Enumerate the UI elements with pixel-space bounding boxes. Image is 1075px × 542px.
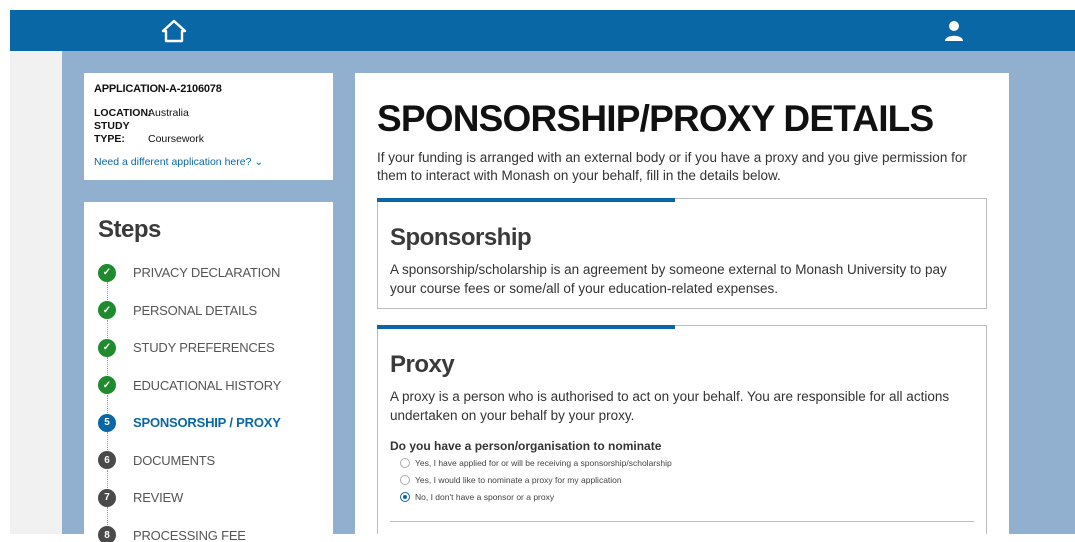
radio-label: Yes, I would like to nominate a proxy fo… <box>415 475 622 485</box>
radio-button[interactable] <box>400 458 410 468</box>
radio-label: Yes, I have applied for or will be recei… <box>415 458 672 468</box>
sponsorship-description: A sponsorship/scholarship is an agreemen… <box>390 260 974 298</box>
step-connector <box>107 470 108 490</box>
steps-title: Steps <box>98 216 319 244</box>
step-item[interactable]: ✓ PERSONAL DETAILS <box>98 292 319 330</box>
step-label: REVIEW <box>133 490 183 505</box>
sponsorship-heading: Sponsorship <box>390 224 974 252</box>
radio-label: No, I don't have a sponsor or a proxy <box>415 492 554 502</box>
step-item[interactable]: 5 SPONSORSHIP / PROXY <box>98 404 319 442</box>
step-item[interactable]: 8 PROCESSING FEE <box>98 517 319 542</box>
step-item[interactable]: ✓ EDUCATIONAL HISTORY <box>98 367 319 405</box>
location-label: LOCATION: <box>94 107 148 120</box>
step-connector <box>107 395 108 415</box>
radio-option[interactable]: Yes, I would like to nominate a proxy fo… <box>390 473 974 487</box>
study-type-label: STUDY TYPE: <box>94 120 148 146</box>
page-title: SPONSORSHIP/PROXY DETAILS <box>377 98 987 140</box>
home-icon[interactable] <box>161 19 187 43</box>
check-icon: ✓ <box>98 264 116 282</box>
step-item[interactable]: ✓ PRIVACY DECLARATION <box>98 254 319 292</box>
application-meta: LOCATION:Australia STUDY TYPE:Coursework <box>94 107 323 146</box>
location-value: Australia <box>148 107 189 119</box>
step-number-badge: 5 <box>98 414 116 432</box>
radio-option[interactable]: No, I don't have a sponsor or a proxy <box>390 490 974 504</box>
step-connector <box>107 357 108 377</box>
step-label: DOCUMENTS <box>133 453 215 468</box>
check-icon: ✓ <box>98 376 116 394</box>
step-label: SPONSORSHIP / PROXY <box>133 415 281 430</box>
divider <box>390 521 974 522</box>
step-number-badge: 8 <box>98 526 116 542</box>
step-connector <box>107 282 108 302</box>
steps-list: ✓ PRIVACY DECLARATION ✓ PERSONAL DETAILS ✓ ST… <box>98 254 319 542</box>
steps-panel: Steps ✓ PRIVACY DECLARATION ✓ PERSONAL DETA… <box>84 202 333 542</box>
radio-button[interactable] <box>400 492 410 502</box>
step-item[interactable]: ✓ STUDY PREFERENCES <box>98 329 319 367</box>
nominate-question: Do you have a person/organisation to nom… <box>390 439 974 453</box>
proxy-description: A proxy is a person who is authorised to… <box>390 387 974 425</box>
study-type-value: Coursework <box>148 133 204 145</box>
main-content: SPONSORSHIP/PROXY DETAILS If your fundin… <box>355 73 1009 534</box>
left-gutter <box>10 51 62 534</box>
nominate-radio-group: Yes, I have applied for or will be recei… <box>390 456 974 504</box>
check-icon: ✓ <box>98 301 116 319</box>
step-connector <box>107 432 108 452</box>
step-label: PROCESSING FEE <box>133 528 246 542</box>
different-application-link[interactable]: Need a different application here? ⌄ <box>94 156 323 168</box>
step-connector <box>107 320 108 340</box>
application-summary-card: APPLICATION-A-2106078 LOCATION:Australia… <box>84 73 333 180</box>
step-number-badge: 7 <box>98 489 116 507</box>
radio-button[interactable] <box>400 475 410 485</box>
proxy-section: Proxy A proxy is a person who is authori… <box>377 325 987 534</box>
intro-text: If your funding is arranged with an exte… <box>377 149 987 185</box>
user-icon[interactable] <box>944 20 964 42</box>
step-item[interactable]: 6 DOCUMENTS <box>98 442 319 480</box>
sponsorship-section: Sponsorship A sponsorship/scholarship is… <box>377 198 987 309</box>
step-connector <box>107 507 108 527</box>
section-accent-bar <box>377 198 675 202</box>
step-label: EDUCATIONAL HISTORY <box>133 378 281 393</box>
step-label: PERSONAL DETAILS <box>133 303 257 318</box>
step-number-badge: 6 <box>98 451 116 469</box>
top-navigation-bar <box>10 10 1075 51</box>
step-item[interactable]: 7 REVIEW <box>98 479 319 517</box>
section-accent-bar <box>377 325 675 329</box>
step-label: STUDY PREFERENCES <box>133 340 275 355</box>
step-label: PRIVACY DECLARATION <box>133 265 280 280</box>
proxy-heading: Proxy <box>390 351 974 379</box>
application-id: APPLICATION-A-2106078 <box>94 83 323 95</box>
radio-option[interactable]: Yes, I have applied for or will be recei… <box>390 456 974 470</box>
check-icon: ✓ <box>98 339 116 357</box>
